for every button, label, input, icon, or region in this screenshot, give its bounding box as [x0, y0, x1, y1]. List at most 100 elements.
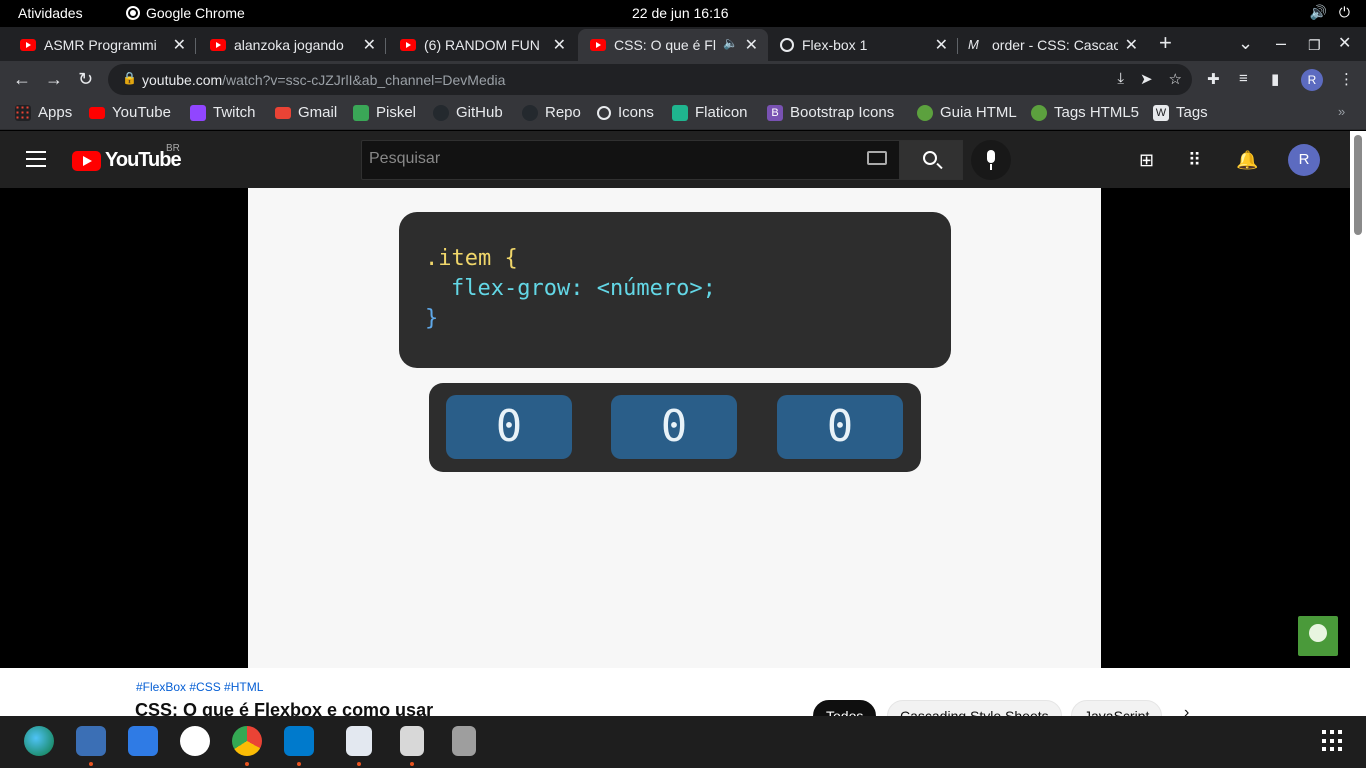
scrollbar-thumb[interactable]: [1354, 135, 1362, 235]
bookmarks-overflow-icon[interactable]: »: [1338, 104, 1345, 119]
close-icon[interactable]: ✕: [363, 35, 376, 55]
power-icon: ⏻: [1338, 4, 1350, 20]
store-icon[interactable]: [128, 726, 158, 756]
tab-alanzoka[interactable]: alanzoka jogando ✕: [190, 29, 386, 61]
close-icon[interactable]: ✕: [553, 35, 566, 55]
url-text: youtube.com/watch?v=ssc-cJZJrlI&ab_chann…: [142, 72, 506, 88]
gmail-icon: [275, 106, 291, 119]
search-button[interactable]: [899, 140, 963, 180]
github-desktop-icon[interactable]: [180, 726, 210, 756]
system-tray[interactable]: 🔊 ⏻: [1309, 4, 1350, 21]
text-editor-icon[interactable]: [346, 726, 372, 756]
tab-title: CSS: O que é Fl: [614, 37, 716, 53]
tab-title: order - CSS: Cascac: [992, 37, 1118, 53]
bookmark-tags-html5[interactable]: Tags HTML5: [1031, 104, 1139, 121]
install-app-icon[interactable]: ⤓: [1117, 70, 1124, 88]
video-info: #FlexBox #CSS #HTML CSS: O que é Flexbox…: [0, 668, 1350, 716]
browser-toolbar: ← → ↻ 🔒 youtube.com/watch?v=ssc-cJZJrlI&…: [0, 61, 1366, 98]
reload-icon[interactable]: ↻: [78, 69, 93, 90]
bookmark-bootstrap-icons[interactable]: B Bootstrap Icons: [767, 104, 894, 121]
share-icon[interactable]: ➤: [1140, 70, 1153, 88]
edge-browser-icon[interactable]: [24, 726, 54, 756]
user-avatar[interactable]: R: [1288, 144, 1320, 176]
bookmark-github[interactable]: GitHub: [433, 104, 503, 121]
code-snippet: .item { flex-grow: <número>; }: [399, 212, 951, 368]
hamburger-menu-icon[interactable]: [26, 151, 46, 167]
close-icon[interactable]: ✕: [935, 35, 948, 55]
apps-grid-icon[interactable]: ⠿: [1188, 150, 1201, 171]
apps-grid-icon: [15, 104, 31, 121]
activities-button[interactable]: Atividades: [18, 5, 83, 21]
media-queue-icon[interactable]: ≡: [1239, 70, 1248, 87]
channel-watermark-icon[interactable]: [1298, 616, 1338, 656]
tab-css-flexbox[interactable]: CSS: O que é Fl 🔈 ✕: [578, 29, 768, 61]
side-panel-icon[interactable]: ▮: [1271, 70, 1279, 88]
extensions-puzzle-icon[interactable]: ✚: [1207, 70, 1220, 88]
bookmark-twitch[interactable]: Twitch: [190, 104, 256, 121]
restore-icon[interactable]: ❐: [1308, 37, 1321, 54]
forward-arrow-icon[interactable]: →: [45, 69, 63, 90]
close-icon[interactable]: ✕: [745, 35, 758, 55]
search-input[interactable]: Pesquisar: [361, 140, 900, 180]
bookmark-piskel[interactable]: Piskel: [353, 104, 416, 121]
archive-icon[interactable]: [400, 726, 424, 756]
close-icon[interactable]: ✕: [1125, 35, 1138, 55]
lock-icon[interactable]: 🔒: [122, 71, 137, 85]
youtube-play-icon: [72, 150, 101, 171]
chrome-icon[interactable]: [232, 726, 262, 756]
bookmark-gmail[interactable]: Gmail: [275, 104, 337, 121]
chip-javascript[interactable]: JavaScript: [1071, 700, 1163, 716]
bookmark-tags[interactable]: W Tags: [1153, 104, 1208, 121]
minimize-icon[interactable]: –: [1276, 33, 1286, 54]
app-menu[interactable]: Google Chrome: [126, 5, 245, 21]
tab-mdn-order[interactable]: M order - CSS: Cascac ✕: [958, 29, 1148, 61]
flex-item: 0: [777, 395, 903, 459]
page-scrollbar[interactable]: [1350, 131, 1366, 716]
keyboard-icon[interactable]: [867, 151, 887, 165]
files-icon[interactable]: [76, 726, 106, 756]
app-name: Google Chrome: [146, 5, 245, 21]
tab-flex-box-1[interactable]: Flex-box 1 ✕: [768, 29, 958, 61]
bookmark-guia-html[interactable]: Guia HTML: [917, 104, 1017, 121]
address-bar[interactable]: 🔒 youtube.com/watch?v=ssc-cJZJrlI&ab_cha…: [108, 64, 1192, 95]
video-hashtags[interactable]: #FlexBox #CSS #HTML: [136, 680, 263, 694]
flaticon-icon: [672, 104, 688, 121]
notifications-bell-icon[interactable]: 🔔: [1236, 150, 1258, 171]
tab-search-icon[interactable]: ⌄: [1238, 33, 1253, 54]
trash-icon[interactable]: [452, 726, 476, 756]
window-close-icon[interactable]: ✕: [1338, 33, 1351, 53]
twitch-icon: [190, 104, 206, 121]
w-icon: W: [1153, 104, 1169, 121]
code-line: .item {: [425, 246, 518, 271]
youtube-logo[interactable]: YouTube BR: [72, 143, 182, 172]
bookmark-flaticon[interactable]: Flaticon: [672, 104, 748, 121]
video-player[interactable]: .item { flex-grow: <número>; } 0 0 0: [0, 188, 1350, 668]
globe-icon: [597, 105, 611, 120]
bookmark-star-icon[interactable]: ☆: [1169, 70, 1182, 88]
profile-avatar[interactable]: R: [1301, 69, 1323, 91]
bootstrap-icon: B: [767, 104, 783, 121]
bookmark-icons[interactable]: Icons: [597, 104, 654, 121]
leaf-icon: [917, 104, 933, 121]
chip-cascading-style-sheets[interactable]: Cascading Style Sheets: [887, 700, 1062, 716]
show-applications-icon[interactable]: [1322, 730, 1344, 752]
voice-search-mic-icon[interactable]: [971, 140, 1011, 180]
chrome-menu-icon[interactable]: ⋮: [1339, 70, 1354, 88]
new-tab-icon[interactable]: +: [1159, 30, 1172, 56]
chevron-right-icon[interactable]: ›: [1184, 704, 1189, 716]
search-icon: [923, 151, 937, 165]
back-arrow-icon[interactable]: ←: [13, 69, 31, 90]
chip-todos[interactable]: Todos: [813, 700, 877, 716]
close-icon[interactable]: ✕: [173, 35, 186, 55]
tab-asmr[interactable]: ASMR Programmi ✕: [0, 29, 196, 61]
tab-random-fun[interactable]: (6) RANDOM FUN ✕: [380, 29, 576, 61]
bookmark-repo[interactable]: Repo: [522, 104, 581, 121]
create-video-icon[interactable]: ⊞: [1139, 150, 1154, 171]
clock[interactable]: 22 de jun 16:16: [632, 5, 729, 21]
vscode-icon[interactable]: [284, 726, 314, 756]
taskbar-dock: [0, 716, 1366, 768]
flex-container-demo: 0 0 0: [429, 383, 921, 472]
bookmark-youtube[interactable]: YouTube: [89, 104, 171, 121]
bookmark-apps[interactable]: Apps: [15, 104, 72, 121]
audio-playing-icon[interactable]: 🔈: [723, 36, 738, 50]
